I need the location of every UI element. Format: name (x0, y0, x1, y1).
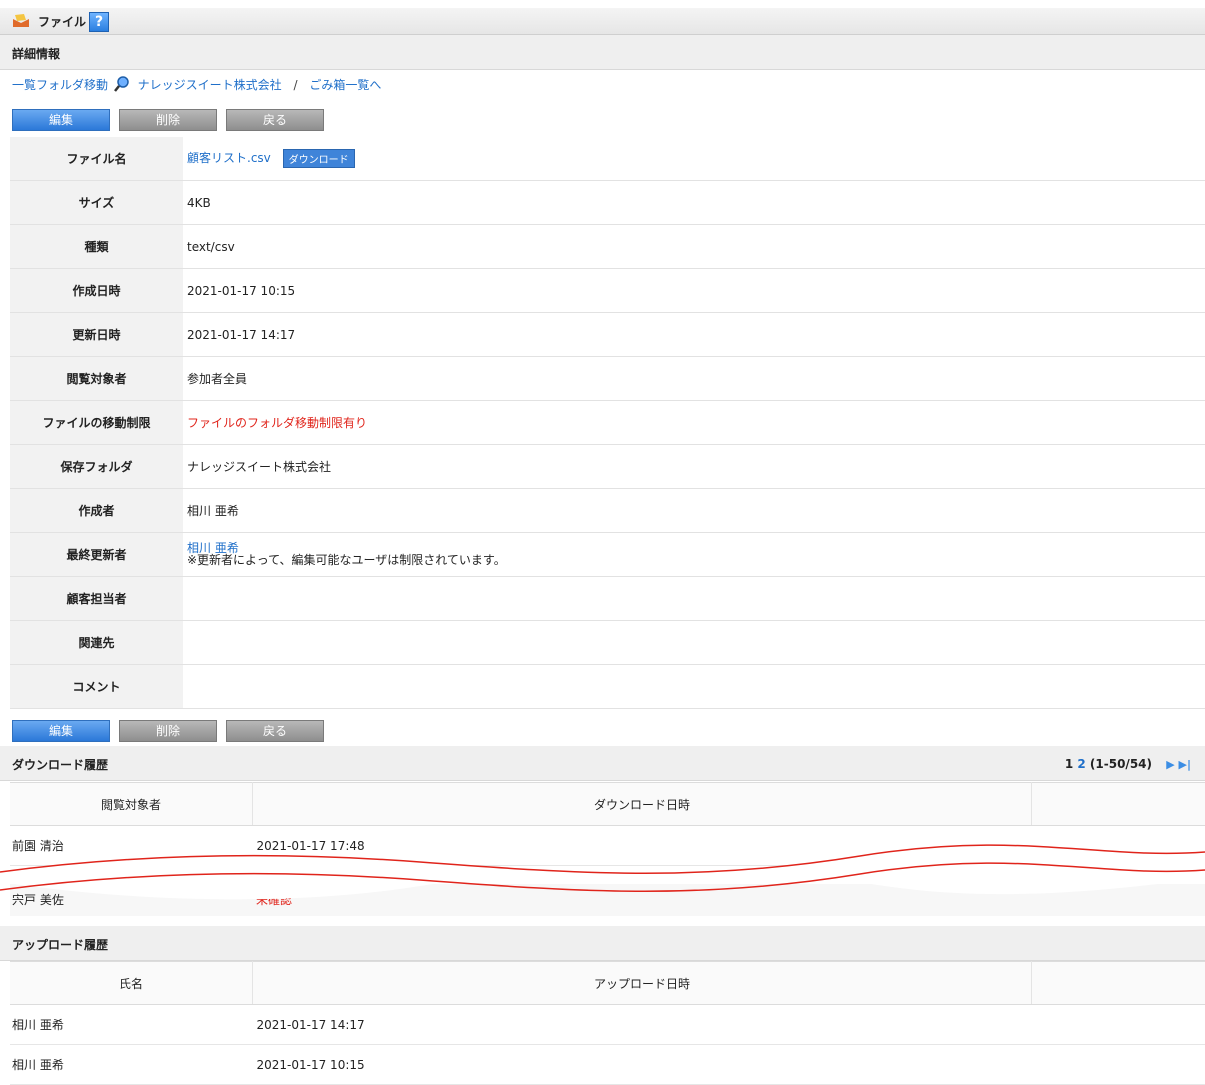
col-download-date[interactable]: ダウンロード日時 (253, 783, 1032, 826)
viewers-label: 閲覧対象者 (10, 357, 183, 401)
file-name-label: ファイル名 (10, 137, 183, 181)
comment-value (183, 665, 1205, 709)
row-last-updater: 最終更新者 相川 亜希 ※更新者によって、編集可能なユーザは制限されています。 (10, 533, 1205, 577)
upload-history-table: 氏名 アップロード日時 相川 亜希 2021-01-17 14:17 相川 亜希… (10, 961, 1205, 1085)
folder-label: 保存フォルダ (10, 445, 183, 489)
row-move-limit: ファイルの移動制限 ファイルのフォルダ移動制限有り (10, 401, 1205, 445)
last-updater-note: ※更新者によって、編集可能なユーザは制限されています。 (187, 554, 1205, 567)
row-size: サイズ 4KB (10, 181, 1205, 225)
updated-label: 更新日時 (10, 313, 183, 357)
updated-value: 2021-01-17 14:17 (183, 313, 1205, 357)
size-value: 4KB (183, 181, 1205, 225)
next-page-icon[interactable]: ▶ (1166, 758, 1174, 771)
pagination: 1 2 (1-50/54) ▶ ▶| (1065, 757, 1191, 771)
col-viewer[interactable]: 閲覧対象者 (10, 783, 253, 826)
row-related: 関連先 (10, 621, 1205, 665)
row-file-name: ファイル名 顧客リスト.csv ダウンロード (10, 137, 1205, 181)
last-page-icon[interactable]: ▶| (1179, 758, 1191, 771)
window-header: ファイル ? (0, 8, 1205, 35)
delete-button[interactable]: 削除 (119, 109, 217, 131)
row-customer-rep: 顧客担当者 (10, 577, 1205, 621)
viewers-value: 参加者全員 (183, 357, 1205, 401)
customer-rep-value (183, 577, 1205, 621)
last-updater-label: 最終更新者 (10, 533, 183, 577)
created-label: 作成日時 (10, 269, 183, 313)
file-name-cell: 顧客リスト.csv ダウンロード (183, 137, 1205, 181)
download-history-label: ダウンロード履歴 (12, 756, 108, 773)
last-updater-cell: 相川 亜希 ※更新者によって、編集可能なユーザは制限されています。 (183, 533, 1205, 577)
detail-section-label: 詳細情報 (12, 45, 60, 62)
table-row: 相川 亜希 2021-01-17 10:15 (10, 1045, 1205, 1085)
col-name[interactable]: 氏名 (10, 962, 253, 1005)
row-folder: 保存フォルダ ナレッジスイート株式会社 (10, 445, 1205, 489)
file-name-link[interactable]: 顧客リスト.csv (187, 151, 271, 165)
col-extra (1032, 962, 1205, 1005)
size-label: サイズ (10, 181, 183, 225)
uploader-name: 相川 亜希 (10, 1005, 253, 1045)
table-row: 相川 亜希 2021-01-17 14:17 (10, 1005, 1205, 1045)
row-comment: コメント (10, 665, 1205, 709)
move-limit-value: ファイルのフォルダ移動制限有り (183, 401, 1205, 445)
back-button-bottom[interactable]: 戻る (226, 720, 324, 742)
type-value: text/csv (183, 225, 1205, 269)
download-button[interactable]: ダウンロード (283, 149, 355, 168)
row-updated: 更新日時 2021-01-17 14:17 (10, 313, 1205, 357)
creator-label: 作成者 (10, 489, 183, 533)
omission-wave (0, 842, 1205, 902)
file-box-icon (12, 14, 30, 28)
help-icon[interactable]: ? (89, 12, 109, 32)
col-upload-date[interactable]: アップロード日時 (253, 962, 1032, 1005)
edit-button[interactable]: 編集 (12, 109, 110, 131)
page-2-link[interactable]: 2 (1077, 757, 1085, 771)
trash-list-link[interactable]: ごみ箱一覧へ (309, 78, 381, 92)
folder-value: ナレッジスイート株式会社 (183, 445, 1205, 489)
upload-date: 2021-01-17 10:15 (253, 1045, 1032, 1085)
move-limit-label: ファイルの移動制限 (10, 401, 183, 445)
search-icon[interactable] (114, 76, 130, 95)
upload-history-label: アップロード履歴 (12, 936, 108, 953)
row-type: 種類 text/csv (10, 225, 1205, 269)
breadcrumb-separator: / (294, 78, 298, 92)
related-value (183, 621, 1205, 665)
upload-history-header: アップロード履歴 (0, 926, 1205, 961)
delete-button-bottom[interactable]: 削除 (119, 720, 217, 742)
row-viewers: 閲覧対象者 参加者全員 (10, 357, 1205, 401)
created-value: 2021-01-17 10:15 (183, 269, 1205, 313)
related-label: 関連先 (10, 621, 183, 665)
creator-value: 相川 亜希 (183, 489, 1205, 533)
page-range: (1-50/54) (1090, 757, 1152, 771)
comment-label: コメント (10, 665, 183, 709)
col-extra (1032, 783, 1205, 826)
detail-table: ファイル名 顧客リスト.csv ダウンロード サイズ 4KB 種類 text/c… (10, 137, 1205, 709)
customer-rep-label: 顧客担当者 (10, 577, 183, 621)
download-history-header: ダウンロード履歴 1 2 (1-50/54) ▶ ▶| (0, 746, 1205, 781)
back-button[interactable]: 戻る (226, 109, 324, 131)
company-folder-link[interactable]: ナレッジスイート株式会社 (138, 78, 282, 92)
upload-date: 2021-01-17 14:17 (253, 1005, 1032, 1045)
uploader-name: 相川 亜希 (10, 1045, 253, 1085)
page-title: ファイル (38, 13, 86, 30)
edit-button-bottom[interactable]: 編集 (12, 720, 110, 742)
row-creator: 作成者 相川 亜希 (10, 489, 1205, 533)
page-1: 1 (1065, 757, 1073, 771)
type-label: 種類 (10, 225, 183, 269)
breadcrumb: 一覧フォルダ移動 ナレッジスイート株式会社 / ごみ箱一覧へ (12, 76, 381, 95)
detail-section-header: 詳細情報 (0, 35, 1205, 70)
folder-move-link[interactable]: 一覧フォルダ移動 (12, 78, 108, 92)
row-created: 作成日時 2021-01-17 10:15 (10, 269, 1205, 313)
